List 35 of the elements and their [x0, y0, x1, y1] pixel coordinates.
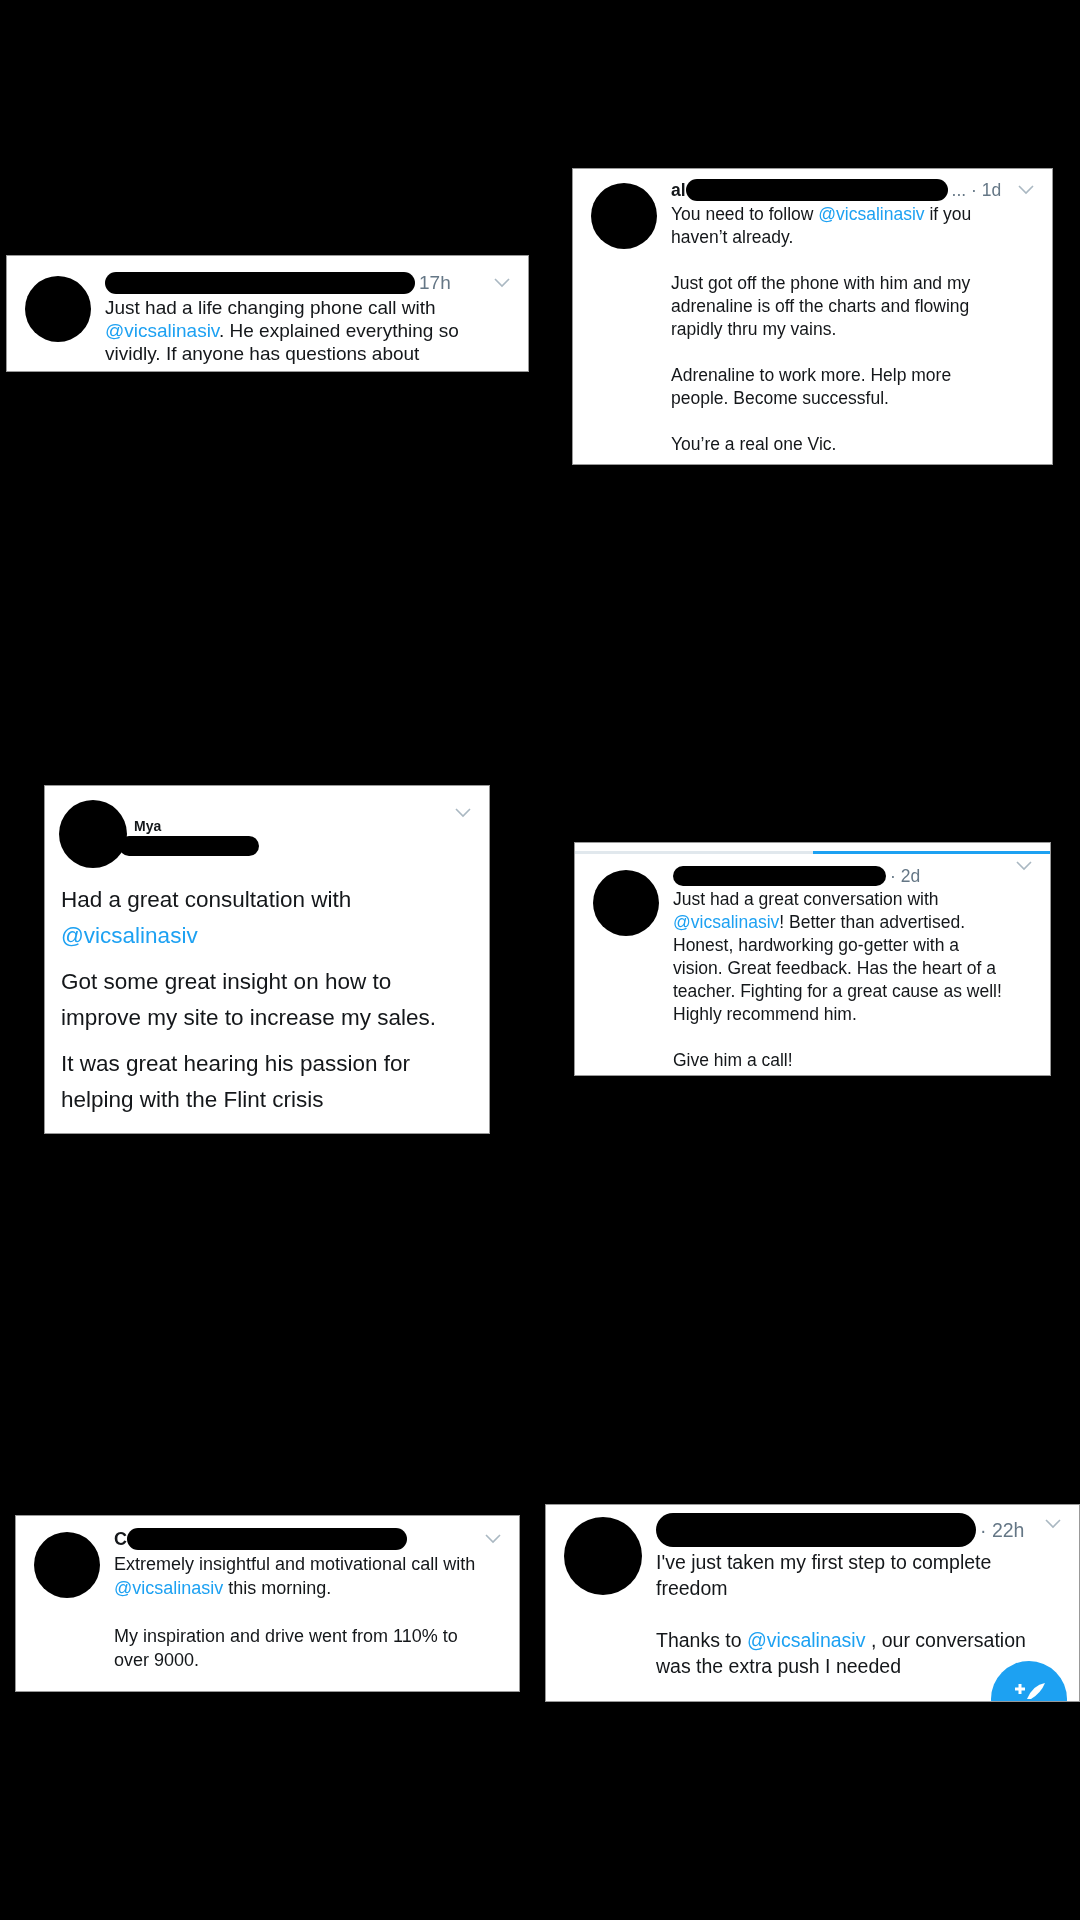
tweet-text: You’re a real one Vic. [671, 433, 838, 456]
mention-link[interactable]: @vicsalinasiv [114, 1578, 224, 1598]
timestamp: 17h [419, 272, 451, 294]
tweet-text: You need to follow @vicsalinasiv if you haven’t already. [671, 203, 973, 249]
mention-link[interactable]: @vicsalinasiv [747, 1629, 866, 1651]
tweet-text: Just got off the phone with him and my adrenaline is off the charts and flowing rapidly thru my vains. [671, 272, 972, 341]
tweet-text: Just had a great conversation with @vicsalinasiv! Better than advertised. Honest, hardworking go-getter with a vision. Great feedback. Has the heart of a teacher. Fighting for a great cause as well! Highly recommend him. [673, 888, 1003, 1026]
tab[interactable] [812, 851, 1050, 854]
user-name: C [114, 1528, 127, 1550]
tweet-text: Got some great insight on how to improve my site to increase my sales. [61, 968, 438, 1032]
chevron-down-icon[interactable] [494, 278, 510, 288]
tweet-text: Thanks to @vicsalinasiv , our conversation was the extra push I needed [656, 1628, 1027, 1679]
mention-link[interactable]: @vicsalinasiv [673, 912, 780, 932]
chevron-down-icon[interactable] [455, 808, 471, 818]
tweet-text: I've just taken my first step to complete freedom [656, 1550, 993, 1601]
tweet-text: It was great hearing his passion for helping with the Flint crisis [61, 1050, 411, 1114]
chevron-down-icon[interactable] [1045, 1519, 1061, 1529]
mention-link[interactable]: @vicsalinasiv [61, 923, 198, 948]
tweet-text: Extremely insightful and motivational call with @vicsalinasiv this morning. [114, 1553, 477, 1600]
user-name: Mya [134, 818, 162, 834]
chevron-down-icon[interactable] [1018, 185, 1034, 195]
tweet-text: Adrenaline to work more. Help more people. Become successful. [671, 364, 953, 410]
tweet-text: My inspiration and drive went from 110% to over 9000. [114, 1625, 459, 1672]
timestamp: ... · 1d [951, 179, 1002, 201]
tweet-text: Had a great consultation with @vicsalinasiv [61, 886, 353, 950]
user-name: al [671, 179, 686, 201]
timestamp: · 2d [890, 865, 921, 887]
tweet-text: Just had a life changing phone call with @vicsalinasiv. He explained everything so vividly. If anyone has questions about [105, 296, 460, 365]
chevron-down-icon[interactable] [1016, 861, 1032, 871]
mention-link[interactable]: @vicsalinasiv [818, 204, 925, 224]
chevron-down-icon[interactable] [485, 1534, 501, 1544]
mention-link[interactable]: @vicsalinasiv [105, 320, 219, 341]
plus-feather-icon [1014, 1682, 1046, 1700]
tweet-text: Give him a call! [673, 1049, 794, 1072]
timestamp: · 22h [980, 1518, 1025, 1542]
